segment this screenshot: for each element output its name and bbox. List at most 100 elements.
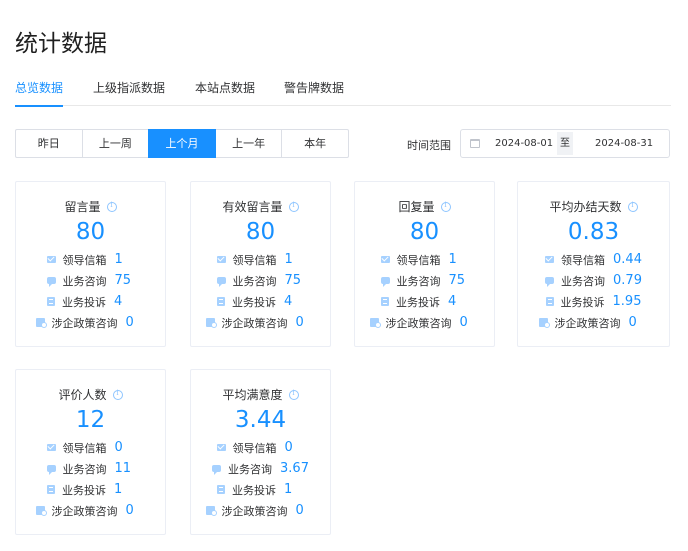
breakdown-label: 业务投诉 <box>396 295 440 309</box>
chat-icon <box>46 465 56 475</box>
breakdown-row: 业务咨询 0.79 <box>518 270 669 291</box>
card-title: 平均满意度 <box>191 386 330 403</box>
card-title: 评价人数 <box>16 386 165 403</box>
mail-icon <box>46 256 56 263</box>
breakdown-value: 0 <box>295 503 304 518</box>
range-yesterday-button[interactable]: 昨日 <box>15 129 83 158</box>
breakdown-value: 1 <box>448 252 457 267</box>
page-title: 统计数据 <box>15 31 107 57</box>
card-title: 回复量 <box>355 198 494 215</box>
info-icon[interactable] <box>627 201 638 212</box>
breakdown-row: 业务投诉 4 <box>16 291 165 312</box>
stat-card-replies: 回复量 80 领导信箱 1 业务咨询 75 业务投诉 4 涉企政策咨询 0 <box>354 181 495 347</box>
breakdown-value: 1.95 <box>612 294 642 309</box>
breakdown-row: 业务咨询 75 <box>355 270 494 291</box>
stat-card-avg-days: 平均办结天数 0.83 领导信箱 0.44 业务咨询 0.79 业务投诉 1.95 涉企政策咨询… <box>517 181 670 347</box>
breakdown-value: 0 <box>114 440 123 455</box>
mail-icon <box>380 256 390 263</box>
info-icon[interactable] <box>288 389 299 400</box>
breakdown-value: 0 <box>628 315 637 330</box>
card-breakdown: 领导信箱 0 业务咨询 3.67 业务投诉 1 涉企政策咨询 0 <box>191 437 330 521</box>
date-end-input[interactable]: 2024-08-31 <box>595 138 653 149</box>
card-title-text: 平均满意度 <box>222 388 283 402</box>
card-value: 12 <box>75 407 106 433</box>
policy-icon <box>205 506 217 516</box>
policy-icon <box>35 506 47 516</box>
card-breakdown: 领导信箱 0.44 业务咨询 0.79 业务投诉 1.95 涉企政策咨询 0 <box>518 249 669 333</box>
breakdown-row: 领导信箱 1 <box>16 249 165 270</box>
date-start-input[interactable]: 2024-08-01 <box>495 138 553 149</box>
breakdown-label: 领导信箱 <box>62 253 107 267</box>
card-title: 留言量 <box>16 198 165 215</box>
range-last-month-button[interactable]: 上个月 <box>148 129 216 158</box>
breakdown-value: 4 <box>284 294 293 309</box>
range-last-year-button[interactable]: 上一年 <box>214 129 283 158</box>
breakdown-row: 业务投诉 1 <box>191 479 330 500</box>
time-range-label: 时间范围 <box>407 139 451 152</box>
breakdown-row: 涉企政策咨询 0 <box>191 500 330 521</box>
policy-icon <box>369 318 381 328</box>
card-title-text: 留言量 <box>64 200 101 214</box>
breakdown-value: 3.67 <box>280 461 309 476</box>
range-last-week-button[interactable]: 上一周 <box>81 129 150 158</box>
card-breakdown: 领导信箱 1 业务咨询 75 业务投诉 4 涉企政策咨询 0 <box>355 249 494 333</box>
breakdown-row: 业务投诉 4 <box>355 291 494 312</box>
breakdown-label: 业务咨询 <box>62 462 107 476</box>
breakdown-row: 业务咨询 11 <box>16 458 165 479</box>
breakdown-row: 领导信箱 1 <box>355 249 494 270</box>
card-value: 80 <box>75 219 106 245</box>
card-value: 3.44 <box>234 407 287 433</box>
breakdown-row: 业务投诉 1.95 <box>518 291 669 312</box>
range-button-group: 昨日 上一周 上个月 上一年 本年 <box>15 129 349 158</box>
policy-icon <box>35 318 47 328</box>
info-icon[interactable] <box>440 201 451 212</box>
breakdown-label: 涉企政策咨询 <box>51 316 118 330</box>
breakdown-value: 11 <box>114 461 132 476</box>
card-value: 0.83 <box>567 219 620 245</box>
document-icon <box>381 297 389 306</box>
breakdown-row: 业务投诉 1 <box>16 479 165 500</box>
breakdown-label: 业务咨询 <box>228 462 273 476</box>
breakdown-row: 涉企政策咨询 0 <box>355 312 494 333</box>
card-title-text: 有效留言量 <box>222 200 283 214</box>
date-range-picker[interactable]: 2024-08-01 至 2024-08-31 <box>460 129 670 158</box>
breakdown-row: 业务咨询 75 <box>16 270 165 291</box>
range-this-year-button[interactable]: 本年 <box>281 129 349 158</box>
breakdown-row: 业务投诉 4 <box>191 291 330 312</box>
breakdown-value: 4 <box>114 294 123 309</box>
tab-bar: 总览数据 上级指派数据 本站点数据 警告牌数据 <box>15 80 671 107</box>
breakdown-label: 领导信箱 <box>62 441 107 455</box>
tab-assigned[interactable]: 上级指派数据 <box>93 80 165 106</box>
chat-icon <box>545 277 555 287</box>
stat-card-raters: 评价人数 12 领导信箱 0 业务咨询 11 业务投诉 1 涉企政策咨询 0 <box>15 369 166 535</box>
breakdown-label: 领导信箱 <box>396 253 441 267</box>
mail-icon <box>216 444 226 451</box>
card-value: 80 <box>245 219 276 245</box>
breakdown-row: 涉企政策咨询 0 <box>16 312 165 333</box>
tab-site[interactable]: 本站点数据 <box>195 80 255 106</box>
card-title-text: 平均办结天数 <box>549 200 622 214</box>
breakdown-label: 涉企政策咨询 <box>221 504 288 518</box>
tab-overview[interactable]: 总览数据 <box>15 80 64 107</box>
info-icon[interactable] <box>106 201 117 212</box>
card-title-text: 回复量 <box>398 200 435 214</box>
policy-icon <box>205 318 217 328</box>
breakdown-row: 业务咨询 75 <box>191 270 330 291</box>
tab-warning[interactable]: 警告牌数据 <box>284 80 344 106</box>
breakdown-label: 业务投诉 <box>560 295 605 309</box>
breakdown-value: 0.44 <box>613 252 642 267</box>
mail-icon <box>545 256 555 263</box>
card-breakdown: 领导信箱 1 业务咨询 75 业务投诉 4 涉企政策咨询 0 <box>191 249 330 333</box>
breakdown-value: 0.79 <box>613 273 642 288</box>
breakdown-label: 业务咨询 <box>396 274 441 288</box>
info-icon[interactable] <box>288 201 299 212</box>
breakdown-row: 涉企政策咨询 0 <box>518 312 669 333</box>
policy-icon <box>538 318 550 328</box>
breakdown-value: 1 <box>284 252 293 267</box>
breakdown-value: 1 <box>284 482 293 497</box>
info-icon[interactable] <box>112 389 123 400</box>
chat-icon <box>216 277 226 287</box>
breakdown-row: 业务咨询 3.67 <box>191 458 330 479</box>
chat-icon <box>46 277 56 287</box>
chat-icon <box>212 465 222 475</box>
